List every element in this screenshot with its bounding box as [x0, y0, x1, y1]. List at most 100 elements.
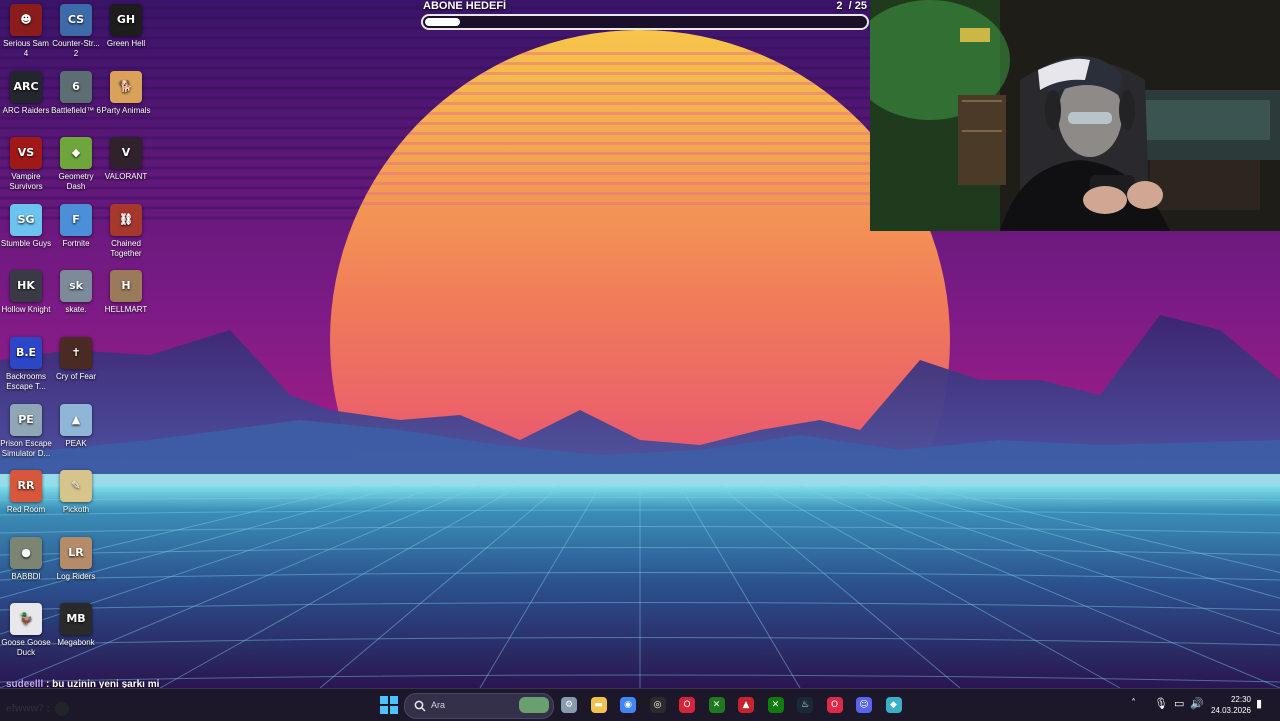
- taskbar-app-button[interactable]: ◎: [647, 694, 669, 716]
- app-icon: MB: [60, 603, 92, 636]
- goal-progress-fill: [425, 18, 461, 26]
- taskbar-app-button[interactable]: O: [824, 694, 846, 716]
- desktop-icon[interactable]: ⛓ Chained Together: [100, 203, 152, 259]
- app-icon: 🦆: [10, 603, 42, 636]
- taskbar-app-button[interactable]: ◉: [617, 694, 639, 716]
- chrome-icon: ◉: [620, 697, 636, 713]
- desktop-icon-label: Prison Escape Simulator D...: [0, 438, 52, 458]
- taskbar-app-button[interactable]: ☺: [853, 694, 875, 716]
- game-launcher-icon: ▲: [738, 697, 754, 713]
- taskbar-app-button[interactable]: ✕: [765, 694, 787, 716]
- goal-target: / 25: [848, 0, 867, 12]
- steam-icon: ♨: [797, 697, 813, 713]
- desktop-icon[interactable]: F Fortnite: [50, 203, 102, 249]
- volume-icon[interactable]: 🔊: [1190, 697, 1204, 710]
- desktop-icon[interactable]: 🦆 Goose Goose Duck: [0, 603, 52, 658]
- network-icon[interactable]: ▭: [1174, 697, 1184, 710]
- taskbar-app-button[interactable]: ◆: [883, 694, 905, 716]
- network-app-icon: ◆: [885, 697, 902, 713]
- desktop-icon-label: Chained Together: [110, 238, 142, 258]
- desktop-icon[interactable]: ● BABBDI: [0, 536, 52, 582]
- taskbar-search[interactable]: Ara: [404, 693, 554, 719]
- app-icon: H: [110, 270, 142, 303]
- app-icon: PE: [10, 403, 42, 436]
- notification-icon[interactable]: ▮: [1256, 697, 1262, 710]
- app-icon: V: [110, 137, 142, 170]
- desktop-icon-label: Stumble Guys: [0, 238, 52, 248]
- desktop-icon-label: Hollow Knight: [1, 305, 51, 315]
- desktop-icon-label: ARC Raiders: [2, 105, 50, 115]
- opera-gx-icon: O: [826, 697, 843, 713]
- taskbar-app-button[interactable]: ▬: [588, 694, 610, 716]
- desktop-icon[interactable]: VS Vampire Survivors: [0, 137, 52, 192]
- clock-time: 22:30: [1230, 695, 1251, 704]
- app-icon: ▲: [60, 403, 92, 436]
- app-icon: 🐕: [110, 70, 142, 103]
- desktop-icon-label: VALORANT: [104, 172, 148, 182]
- desktop-icon-label: Goose Goose Duck: [1, 638, 51, 658]
- desktop-icon[interactable]: 🐕 Party Animals: [100, 70, 152, 116]
- desktop-icon-label: Red Room: [6, 505, 46, 515]
- desktop-icon[interactable]: HK Hollow Knight: [0, 270, 52, 315]
- taskbar-app-button[interactable]: ▲: [735, 694, 757, 716]
- desktop-icon-label: Party Animals: [101, 105, 151, 115]
- app-icon: SG: [10, 203, 42, 236]
- desktop-icon[interactable]: 6 Battlefield™ 6: [50, 70, 102, 116]
- app-icon: CS: [60, 4, 92, 36]
- desktop-icon-label: Cry of Fear: [55, 372, 96, 381]
- desktop-icon[interactable]: ✝ Cry of Fear: [50, 337, 102, 382]
- app-icon: ARC: [10, 70, 42, 103]
- goal-current: 2: [836, 0, 843, 12]
- desktop-icon[interactable]: LR Log Riders: [50, 536, 102, 582]
- webcam-overlay: [870, 0, 1280, 231]
- desktop-icon[interactable]: ☻ Serious Sam 4: [0, 4, 52, 59]
- desktop-icon[interactable]: sk skate.: [50, 270, 102, 315]
- start-button[interactable]: [378, 694, 400, 716]
- search-highlight-icon: [519, 697, 549, 713]
- app-icon: LR: [60, 536, 92, 569]
- app-icon: GH: [110, 4, 142, 36]
- desktop-icon[interactable]: PE Prison Escape Simulator D...: [0, 403, 52, 459]
- desktop-icon[interactable]: MB Megabonk: [50, 603, 102, 648]
- desktop-icon[interactable]: ▲ PEAK: [50, 403, 102, 449]
- taskbar-app-button[interactable]: ⚙: [558, 694, 580, 716]
- desktop-icon-label: Geometry Dash: [58, 172, 94, 192]
- desktop-icon-label: HELLMART: [104, 305, 148, 315]
- app-icon: ✝: [60, 337, 92, 369]
- taskbar-app-button[interactable]: ♨: [794, 694, 816, 716]
- microphone-icon[interactable]: 🎙: [1154, 697, 1168, 710]
- app-icon: HK: [10, 270, 42, 303]
- desktop-icon[interactable]: B.E Backrooms Escape T...: [0, 337, 52, 392]
- goal-count: 2 / 25: [836, 0, 867, 12]
- chevron-up-icon[interactable]: ˄: [1131, 698, 1136, 709]
- desktop-icon-label: Pickoth: [62, 505, 90, 515]
- desktop-icon[interactable]: SG Stumble Guys: [0, 203, 52, 249]
- desktop-icon-label: Green Hell: [106, 39, 146, 48]
- desktop-icon[interactable]: ARC ARC Raiders: [0, 70, 52, 116]
- subscriber-goal-widget: ABONE HEDEFİ 2 / 25: [421, 0, 869, 30]
- settings-icon: ⚙: [561, 697, 577, 713]
- clock[interactable]: 22:30 24.03.2026: [1211, 694, 1251, 716]
- taskbar-app-button[interactable]: ✕: [706, 694, 728, 716]
- desktop-icon[interactable]: ◆ Geometry Dash: [50, 137, 102, 192]
- desktop-icon-label: Backrooms Escape T...: [5, 372, 46, 391]
- app-icon: B.E: [10, 337, 42, 369]
- desktop-icon-label: PEAK: [65, 438, 87, 448]
- desktop-icon[interactable]: CS Counter-Str... 2: [50, 4, 102, 59]
- desktop-icon-label: Megabonk: [57, 638, 95, 648]
- clock-date: 24.03.2026: [1210, 706, 1251, 715]
- app-icon: ●: [10, 536, 42, 569]
- desktop-icon[interactable]: V VALORANT: [100, 137, 152, 182]
- app-icon: 6: [60, 70, 92, 103]
- desktop-icon[interactable]: H HELLMART: [100, 270, 152, 315]
- desktop-icon[interactable]: GH Green Hell: [100, 4, 152, 49]
- desktop-icon-label: Vampire Survivors: [9, 172, 43, 192]
- desktop-icon[interactable]: RR Red Room: [0, 470, 52, 515]
- desktop-icon-label: Log Riders: [56, 571, 96, 581]
- taskbar-app-button[interactable]: O: [676, 694, 698, 716]
- xbox-app-icon: ✕: [708, 697, 725, 713]
- file-explorer-icon: ▬: [590, 697, 607, 713]
- desktop-icon[interactable]: ✎ Pickoth: [50, 470, 102, 515]
- goal-progress-bar: [421, 14, 869, 30]
- desktop-icon-label: Counter-Str... 2: [52, 39, 100, 58]
